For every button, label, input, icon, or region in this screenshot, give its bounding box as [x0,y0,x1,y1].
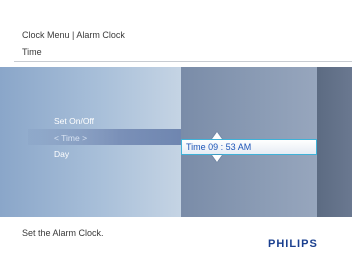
header-divider [14,61,352,62]
time-value: Time 09 : 53 AM [186,142,252,152]
philips-logo: PHILIPS [268,238,318,250]
arrow-up-icon[interactable] [212,132,222,139]
menu-item-day[interactable]: Day [54,149,69,159]
time-input[interactable]: Time 09 : 53 AM [181,139,317,155]
breadcrumb: Clock Menu | Alarm Clock [22,30,125,40]
help-text: Set the Alarm Clock. [22,228,104,238]
arrow-down-icon[interactable] [212,155,222,162]
page-title: Time [22,47,42,57]
side-column [317,67,352,217]
selection-highlight [28,129,181,145]
menu-item-time[interactable]: < Time > [54,133,87,143]
menu-panel: Set On/Off < Time > Day Time 09 : 53 AM [0,67,352,217]
alarm-clock-screen: Clock Menu | Alarm Clock Time Set On/Off… [0,0,352,271]
menu-item-set-on-off[interactable]: Set On/Off [54,116,94,126]
